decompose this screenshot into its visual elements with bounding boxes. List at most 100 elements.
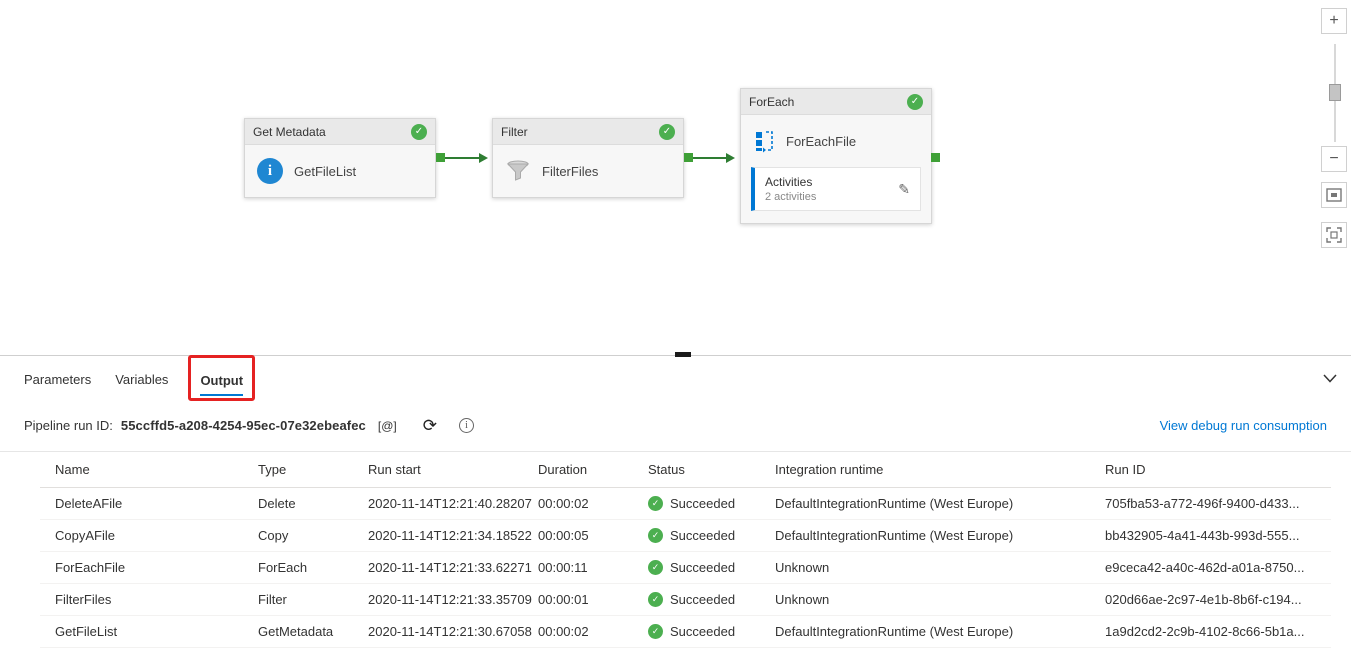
cell-run-id: 705fba53-a772-496f-9400-d433... [1105,496,1331,511]
activities-label: Activities [765,175,816,190]
status-text: Succeeded [670,496,735,511]
table-row: FilterFiles Filter 2020-11-14T12:21:33.3… [40,584,1331,616]
status-text: Succeeded [670,528,735,543]
panel-resize-handle[interactable] [675,352,691,357]
zoom-reset-button[interactable] [1321,222,1347,248]
activity-node-filter[interactable]: Filter ✓ FilterFiles [492,118,684,198]
cell-name: ForEachFile [40,560,258,575]
success-check-icon: ✓ [907,94,923,110]
status-succeeded-icon: ✓ [648,592,663,607]
column-header-integration-runtime: Integration runtime [775,462,1105,477]
refresh-icon[interactable]: ⟳ [423,417,437,434]
debug-output-panel: Parameters Variables Output Pipeline run… [0,356,1351,658]
zoom-in-button[interactable]: + [1321,8,1347,34]
cell-status: ✓ Succeeded [648,624,775,639]
node-body: ForEachFile [741,115,931,167]
pipeline-canvas[interactable]: Get Metadata ✓ i GetFileList Filter ✓ [0,0,1351,356]
status-succeeded-icon: ✓ [648,560,663,575]
pipeline-run-id-value: 55ccffd5-a208-4254-95ec-07e32ebeafec [121,418,366,433]
node-body: i GetFileList [245,145,435,197]
cell-run-start: 2020-11-14T12:21:30.67058 [368,624,538,639]
cell-status: ✓ Succeeded [648,496,775,511]
cell-duration: 00:00:02 [538,496,648,511]
cell-integration-runtime: DefaultIntegrationRuntime (West Europe) [775,528,1105,543]
node-header: Get Metadata ✓ [245,119,435,145]
activity-name: GetFileList [294,164,356,179]
column-header-run-start: Run start [368,462,538,477]
cell-run-start: 2020-11-14T12:21:40.28207 [368,496,538,511]
foreach-activities-box[interactable]: Activities 2 activities ✎ [751,167,921,211]
connector-arrow-icon [479,153,488,163]
status-text: Succeeded [670,560,735,575]
chevron-down-icon [1323,374,1337,383]
table-header-row: Name Type Run start Duration Status Inte… [40,452,1331,488]
fit-to-screen-button[interactable] [1321,182,1347,208]
cell-duration: 00:00:11 [538,560,648,575]
tab-parameters[interactable]: Parameters [24,359,91,398]
status-text: Succeeded [670,624,735,639]
view-debug-run-consumption-link[interactable]: View debug run consumption [1160,418,1327,433]
annotation-highlight-box: Output [188,355,255,401]
column-header-type: Type [258,462,368,477]
table-row: DeleteAFile Delete 2020-11-14T12:21:40.2… [40,488,1331,520]
cell-status: ✓ Succeeded [648,560,775,575]
activity-name: FilterFiles [542,164,598,179]
table-row: GetFileList GetMetadata 2020-11-14T12:21… [40,616,1331,648]
info-icon[interactable]: i [459,418,474,433]
cell-type: GetMetadata [258,624,368,639]
cell-status: ✓ Succeeded [648,592,775,607]
cell-name: CopyAFile [40,528,258,543]
node-title: Filter [501,125,528,139]
column-header-duration: Duration [538,462,648,477]
status-succeeded-icon: ✓ [648,624,663,639]
tab-variables[interactable]: Variables [115,359,168,398]
status-succeeded-icon: ✓ [648,496,663,511]
cell-type: Copy [258,528,368,543]
cell-name: DeleteAFile [40,496,258,511]
foreach-icon [753,129,775,153]
activity-runs-table: Name Type Run start Duration Status Inte… [40,452,1331,648]
adf-pipeline-debug-screen: Get Metadata ✓ i GetFileList Filter ✓ [0,0,1351,658]
edit-activities-icon[interactable]: ✎ [898,181,910,198]
column-header-status: Status [648,462,775,477]
cell-integration-runtime: DefaultIntegrationRuntime (West Europe) [775,496,1105,511]
cell-type: Filter [258,592,368,607]
cell-duration: 00:00:05 [538,528,648,543]
connector-line [445,157,479,159]
get-metadata-icon: i [257,158,283,184]
zoom-slider-handle[interactable] [1329,84,1341,101]
zoom-out-button[interactable]: − [1321,146,1347,172]
output-port[interactable] [684,153,693,162]
activities-text: Activities 2 activities [765,175,816,204]
panel-tabs: Parameters Variables Output [0,356,1351,400]
cell-type: Delete [258,496,368,511]
pipeline-run-row: Pipeline run ID: 55ccffd5-a208-4254-95ec… [0,400,1351,452]
activity-node-get-metadata[interactable]: Get Metadata ✓ i GetFileList [244,118,436,198]
node-header: ForEach ✓ [741,89,931,115]
collapse-panel-button[interactable] [1323,374,1337,383]
output-port[interactable] [931,153,940,162]
cell-run-id: 020d66ae-2c97-4e1b-8b6f-c194... [1105,592,1331,607]
table-row: CopyAFile Copy 2020-11-14T12:21:34.18522… [40,520,1331,552]
success-check-icon: ✓ [411,124,427,140]
output-port[interactable] [436,153,445,162]
filter-funnel-icon [505,160,531,182]
dynamic-content-icon[interactable]: [@] [378,419,397,433]
node-body: FilterFiles [493,145,683,197]
tab-output[interactable]: Output [200,360,243,396]
cell-name: GetFileList [40,624,258,639]
pipeline-run-id-label: Pipeline run ID: [24,418,113,433]
connector-line [693,157,726,159]
activity-node-foreach[interactable]: ForEach ✓ ForEachFile Activities [740,88,932,224]
cell-run-id: bb432905-4a41-443b-993d-555... [1105,528,1331,543]
cell-duration: 00:00:02 [538,624,648,639]
node-title: ForEach [749,95,794,109]
column-header-run-id: Run ID [1105,462,1331,477]
node-header: Filter ✓ [493,119,683,145]
cell-run-id: 1a9d2cd2-2c9b-4102-8c66-5b1a... [1105,624,1331,639]
cell-run-start: 2020-11-14T12:21:33.35709 [368,592,538,607]
status-succeeded-icon: ✓ [648,528,663,543]
column-header-name: Name [40,462,258,477]
cell-type: ForEach [258,560,368,575]
cell-duration: 00:00:01 [538,592,648,607]
